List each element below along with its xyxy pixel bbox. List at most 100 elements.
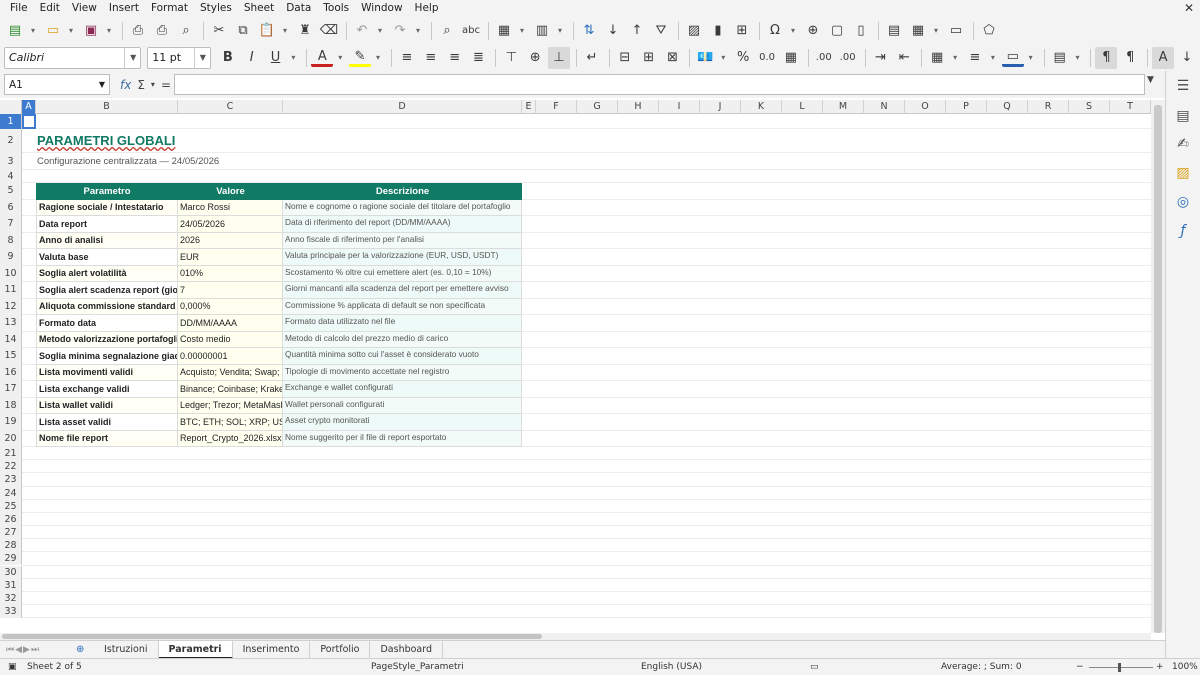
- align-bottom-icon[interactable]: ⊥: [548, 46, 571, 69]
- border-style-icon[interactable]: ≡: [964, 47, 986, 69]
- sheet-tab-istruzioni[interactable]: Istruzioni: [94, 640, 159, 659]
- param-description[interactable]: Quantità minima sotto cui l'asset è cons…: [283, 348, 522, 365]
- param-value[interactable]: Costo medio: [178, 331, 283, 349]
- special-character-icon[interactable]: Ω: [764, 20, 786, 42]
- row-header-27[interactable]: 27: [0, 526, 22, 540]
- menu-item-data[interactable]: Data: [280, 0, 317, 17]
- column-header-j[interactable]: J: [700, 100, 741, 114]
- param-value[interactable]: EUR: [178, 249, 283, 266]
- column-header-a[interactable]: A: [22, 100, 36, 114]
- merge-cells-icon[interactable]: ⊞: [638, 47, 660, 69]
- align-top-icon[interactable]: ⊤: [500, 47, 522, 69]
- param-value[interactable]: 24/05/2026: [178, 216, 283, 233]
- bold-button[interactable]: B: [217, 47, 239, 69]
- sort-ascending-icon[interactable]: ↓: [602, 20, 624, 42]
- menu-item-edit[interactable]: Edit: [34, 0, 66, 17]
- new-document-icon[interactable]: ▤: [4, 20, 26, 42]
- param-description[interactable]: Giorni mancanti alla scadenza del report…: [283, 282, 522, 299]
- row-header-33[interactable]: 33: [0, 604, 22, 619]
- italic-button[interactable]: I: [241, 47, 263, 69]
- freeze-rows-columns-icon[interactable]: ▦: [907, 20, 929, 42]
- zoom-level[interactable]: 100%: [1172, 659, 1198, 675]
- horizontal-scroll-thumb[interactable]: [2, 634, 542, 639]
- insert-image-icon[interactable]: ▨: [683, 20, 705, 42]
- column-header-b[interactable]: B: [36, 100, 178, 114]
- borders-icon[interactable]: ▦: [926, 47, 948, 69]
- column-header-s[interactable]: S: [1069, 100, 1110, 114]
- menu-item-window[interactable]: Window: [355, 0, 408, 17]
- row-header-15[interactable]: 15: [0, 348, 22, 365]
- align-center-icon[interactable]: ≡: [420, 47, 442, 69]
- row-header-18[interactable]: 18: [0, 397, 22, 415]
- previous-sheet-icon[interactable]: ◀: [15, 645, 22, 655]
- column-header-i[interactable]: I: [659, 100, 700, 114]
- define-print-area-icon[interactable]: ▤: [883, 20, 905, 42]
- sheet-tab-dashboard[interactable]: Dashboard: [370, 640, 444, 659]
- row-header-32[interactable]: 32: [0, 591, 22, 605]
- align-left-icon[interactable]: ≡: [396, 47, 418, 69]
- paste-icon[interactable]: 📋: [256, 20, 278, 42]
- open-folder-icon[interactable]: ▭: [42, 20, 64, 42]
- name-box[interactable]: A1 ▼: [4, 74, 110, 95]
- copy-icon[interactable]: ⧉: [232, 20, 254, 42]
- row-header-1[interactable]: 1: [0, 114, 22, 129]
- param-value[interactable]: Binance; Coinbase; Kraken; C: [178, 381, 283, 398]
- currency-dropdown-icon[interactable]: ▾: [718, 47, 728, 69]
- menu-item-format[interactable]: Format: [145, 0, 194, 17]
- zoom-slider[interactable]: [1089, 667, 1153, 668]
- highlight-color-icon[interactable]: ✎: [349, 49, 372, 67]
- column-header-p[interactable]: P: [946, 100, 987, 114]
- date-format-icon[interactable]: ▦: [780, 47, 802, 69]
- print-icon[interactable]: ⎙: [151, 20, 173, 42]
- param-value[interactable]: 010%: [178, 265, 283, 283]
- print-preview-icon[interactable]: ⌕: [175, 20, 197, 42]
- param-value[interactable]: 2026: [178, 232, 283, 250]
- row-header-28[interactable]: 28: [0, 539, 22, 553]
- menu-item-help[interactable]: Help: [409, 0, 445, 17]
- param-description[interactable]: Data di riferimento del report (DD/MM/AA…: [283, 216, 522, 233]
- paste-dropdown-icon[interactable]: ▾: [280, 20, 290, 42]
- param-description[interactable]: Scostamento % oltre cui emettere alert (…: [283, 265, 522, 283]
- param-description[interactable]: Valuta principale per la valorizzazione …: [283, 249, 522, 266]
- sheet-tab-portfolio[interactable]: Portfolio: [310, 640, 371, 659]
- param-name[interactable]: Aliquota commissione standard: [36, 298, 178, 316]
- underline-button[interactable]: U: [265, 47, 287, 69]
- param-value[interactable]: Ledger; Trezor; MetaMask; Tr: [178, 397, 283, 415]
- row-header-30[interactable]: 30: [0, 565, 22, 579]
- next-sheet-icon[interactable]: ▶: [23, 645, 30, 655]
- chevron-down-icon[interactable]: ▼: [99, 80, 105, 89]
- param-description[interactable]: Nome suggerito per il file di report esp…: [283, 430, 522, 448]
- text-direction-horizontal-icon[interactable]: A: [1152, 46, 1175, 69]
- row-header-6[interactable]: 6: [0, 199, 22, 217]
- function-wizard-button[interactable]: fx: [120, 78, 131, 92]
- cut-icon[interactable]: ✂: [208, 20, 230, 42]
- save-dropdown-icon[interactable]: ▾: [104, 20, 114, 42]
- row-header-12[interactable]: 12: [0, 298, 22, 316]
- special-character-dropdown-icon[interactable]: ▾: [788, 20, 798, 42]
- styles-icon[interactable]: ✍: [1174, 135, 1192, 153]
- new-dropdown-icon[interactable]: ▾: [28, 20, 38, 42]
- insert-chart-icon[interactable]: ▮: [707, 20, 729, 42]
- autofilter-icon[interactable]: ⛛: [650, 20, 672, 42]
- sum-dropdown-icon[interactable]: ▾: [151, 80, 155, 89]
- row-header-20[interactable]: 20: [0, 430, 22, 448]
- row-header-22[interactable]: 22: [0, 460, 22, 474]
- language[interactable]: English (USA): [641, 659, 702, 675]
- gallery-icon[interactable]: ▨: [1174, 164, 1192, 182]
- unmerge-cells-icon[interactable]: ⊠: [662, 47, 684, 69]
- menu-item-styles[interactable]: Styles: [194, 0, 238, 17]
- spelling-icon[interactable]: abc: [460, 20, 482, 42]
- param-name[interactable]: Lista movimenti validi: [36, 364, 178, 382]
- vertical-scrollbar[interactable]: [1151, 100, 1165, 633]
- center-vertically-icon[interactable]: ⊕: [524, 47, 546, 69]
- font-color-icon[interactable]: A: [311, 49, 334, 67]
- header-parametro[interactable]: Parametro: [36, 183, 178, 200]
- param-description[interactable]: Exchange e wallet configurati: [283, 381, 522, 398]
- pivot-table-icon[interactable]: ⊞: [731, 20, 753, 42]
- decrease-indent-icon[interactable]: ⇤: [893, 47, 915, 69]
- number-format-button[interactable]: 0.0: [756, 47, 778, 69]
- show-draw-functions-icon[interactable]: ⬠: [978, 20, 1000, 42]
- zoom-slider-knob[interactable]: [1118, 663, 1121, 672]
- row-header-11[interactable]: 11: [0, 282, 22, 299]
- redo-icon[interactable]: ↷: [389, 20, 411, 42]
